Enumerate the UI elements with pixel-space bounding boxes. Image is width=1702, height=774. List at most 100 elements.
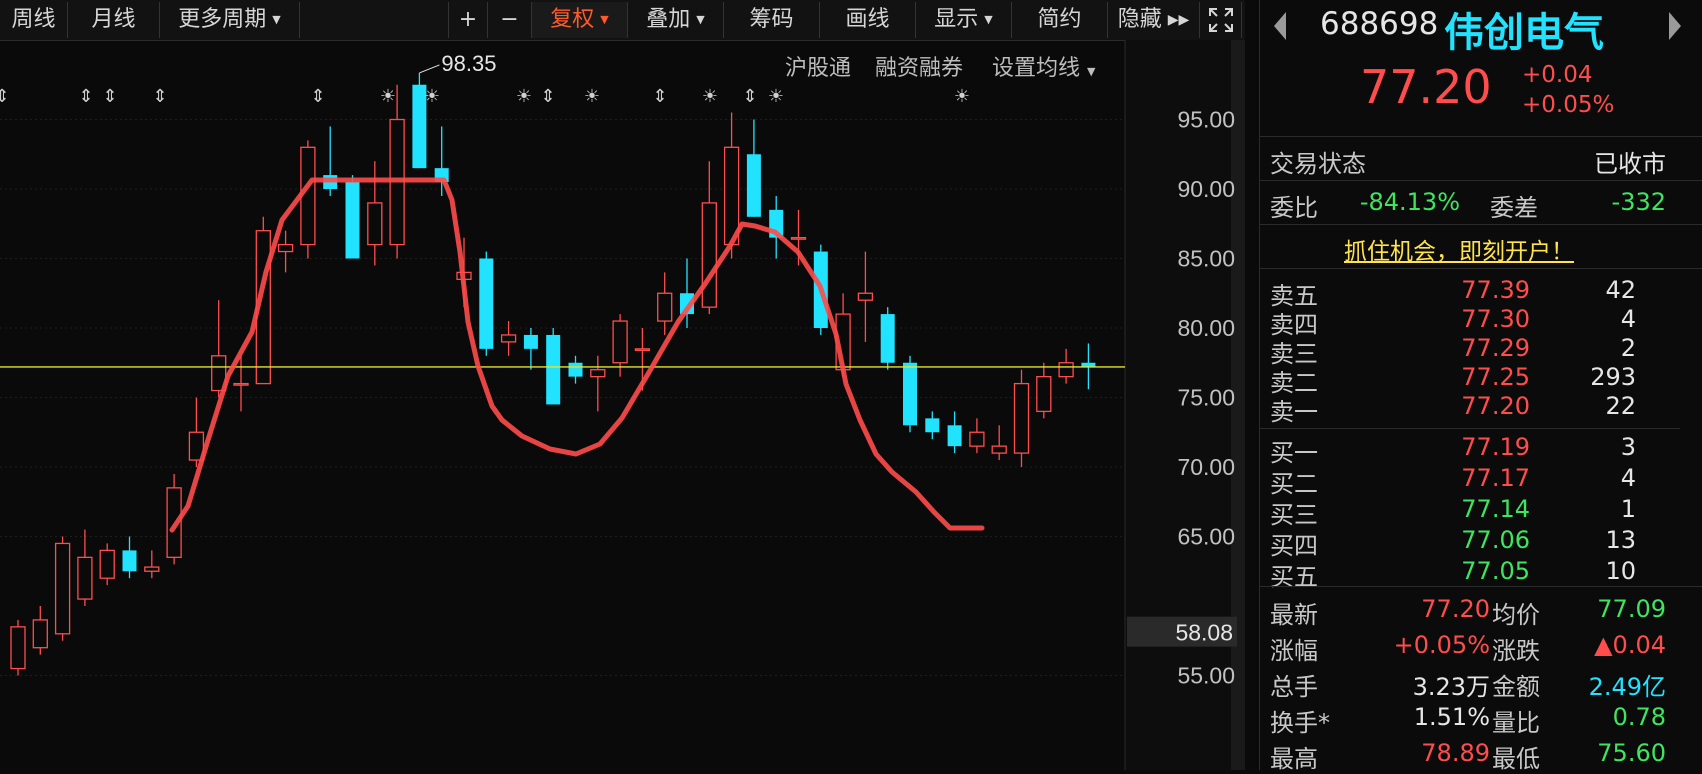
weicha-value: -332 <box>1611 188 1666 216</box>
stat-value: 3.23万 <box>1412 673 1490 701</box>
more-periods-label: 更多周期 <box>178 7 267 32</box>
y-tick-label: 55.00 <box>1177 663 1235 689</box>
month-button[interactable]: 月线 <box>68 2 160 38</box>
event-marker-icon: ⇕ <box>742 86 757 107</box>
stat-value: 75.60 <box>1597 739 1666 767</box>
stat-value: 77.09 <box>1597 595 1666 623</box>
stat-value: 0.78 <box>1612 703 1666 731</box>
candle-body <box>903 362 917 426</box>
candle-body <box>523 334 538 349</box>
ask-price: 77.39 <box>1461 276 1530 304</box>
bid-label: 买四 <box>1270 532 1318 560</box>
expand-icon <box>1208 8 1233 32</box>
divider <box>1260 180 1702 181</box>
event-marker-icon: ⇕ <box>78 86 93 107</box>
bid-label: 买一 <box>1270 439 1318 467</box>
candle-body <box>634 348 651 352</box>
divider <box>1260 268 1702 269</box>
kline-chart[interactable]: 95.00 90.00 85.00 80.00 75.00 70.00 65.00 55.00… <box>0 40 1245 770</box>
next-stock-button[interactable] <box>1665 10 1685 46</box>
event-marker-icon: ⇕ <box>0 86 10 107</box>
overlay-label: 叠加 <box>646 7 691 32</box>
chips-button[interactable]: 筹码 <box>724 2 820 38</box>
stat-value: 77.20 <box>1421 595 1490 623</box>
weicha-label: 委差 <box>1490 194 1538 222</box>
candle-body <box>790 236 807 240</box>
candle-body <box>99 549 115 579</box>
zoom-out-button[interactable]: − <box>488 2 532 38</box>
ask-volume: 293 <box>1590 363 1636 391</box>
event-marker-icon: ⇕ <box>310 86 325 107</box>
last-price: 77.20 <box>1360 60 1492 114</box>
stat-label: 涨跌 <box>1492 637 1540 665</box>
event-marker-icon: ☀ <box>702 86 718 107</box>
candle-body <box>857 292 874 301</box>
y-tick-label: 80.00 <box>1177 315 1235 341</box>
candle-body <box>233 382 249 386</box>
ask-volume: 2 <box>1620 334 1636 362</box>
stat-label: 均价 <box>1492 601 1540 629</box>
divider <box>1260 224 1702 225</box>
fullscreen-button[interactable] <box>1200 2 1242 38</box>
simple-button[interactable]: 简约 <box>1012 2 1108 38</box>
fuquan-label: 复权 <box>550 7 595 32</box>
trade-status-value: 已收市 <box>1594 150 1666 178</box>
candle-body <box>32 619 48 649</box>
display-label: 显示 <box>934 7 979 32</box>
stat-value: 2.49亿 <box>1588 673 1666 701</box>
stat-label: 最新 <box>1270 601 1318 629</box>
ask-volume: 22 <box>1605 392 1636 420</box>
stock-code: 688698 <box>1320 6 1439 42</box>
hide-button[interactable]: 隐藏 ▶▶ <box>1108 2 1200 38</box>
stat-value: 78.89 <box>1421 739 1490 767</box>
candle-body <box>122 550 137 572</box>
ask-label: 卖一 <box>1270 398 1318 426</box>
bid-volume: 3 <box>1620 433 1636 461</box>
candle-body <box>612 320 628 364</box>
chevron-left-icon <box>1274 12 1286 40</box>
chevron-down-icon: ▼ <box>272 13 281 26</box>
candle-body <box>880 314 895 363</box>
stat-label: 最低 <box>1492 745 1540 773</box>
event-marker-icon: ☀ <box>424 86 440 107</box>
candle-body <box>701 202 717 308</box>
price-change-pct: +0.05% <box>1522 92 1615 118</box>
candle-body <box>367 202 383 246</box>
double-arrow-right-icon: ▶▶ <box>1167 12 1190 28</box>
y-tick-label: 75.00 <box>1177 385 1235 411</box>
stat-value: ▲0.04 <box>1594 631 1666 659</box>
more-periods-button[interactable]: 更多周期 ▼ <box>160 2 300 38</box>
candle-body <box>657 292 673 322</box>
stat-label: 金额 <box>1492 673 1540 701</box>
candle-body <box>345 182 360 259</box>
prev-stock-button[interactable] <box>1270 10 1290 46</box>
bid-price: 77.19 <box>1461 433 1530 461</box>
high-price-label: 98.35 <box>441 51 496 76</box>
chevron-right-icon <box>1669 12 1681 40</box>
stat-label: 总手 <box>1270 673 1318 701</box>
chevron-down-icon: ▼ <box>600 13 609 26</box>
week-button[interactable]: 周线 <box>0 2 68 38</box>
promo-link[interactable]: 抓住机会，即刻开户！ <box>1344 232 1574 266</box>
ask-price: 77.20 <box>1461 392 1530 420</box>
stat-value: 1.51% <box>1413 703 1490 731</box>
draw-line-button[interactable]: 画线 <box>820 2 916 38</box>
candle-body <box>1036 375 1052 413</box>
stat-label: 涨幅 <box>1270 637 1318 665</box>
chevron-down-icon: ▼ <box>984 13 993 26</box>
event-marker-icon: ☀ <box>380 86 396 107</box>
bid-price: 77.14 <box>1461 495 1530 523</box>
divider <box>1260 428 1680 429</box>
display-button[interactable]: 显示 ▼ <box>916 2 1012 38</box>
overlay-button[interactable]: 叠加 ▼ <box>628 2 724 38</box>
zoom-in-button[interactable]: + <box>448 2 488 38</box>
event-marker-icon: ⇕ <box>102 86 117 107</box>
trade-status-label: 交易状态 <box>1270 150 1366 178</box>
stat-label: 量比 <box>1492 709 1540 737</box>
ask-volume: 4 <box>1620 305 1636 333</box>
y-tick-label: 90.00 <box>1177 176 1235 202</box>
event-marker-icon: ⇕ <box>152 86 167 107</box>
candle-body <box>969 431 985 447</box>
fuquan-button[interactable]: 复权 ▼ <box>532 2 628 38</box>
bid-volume: 4 <box>1620 464 1636 492</box>
